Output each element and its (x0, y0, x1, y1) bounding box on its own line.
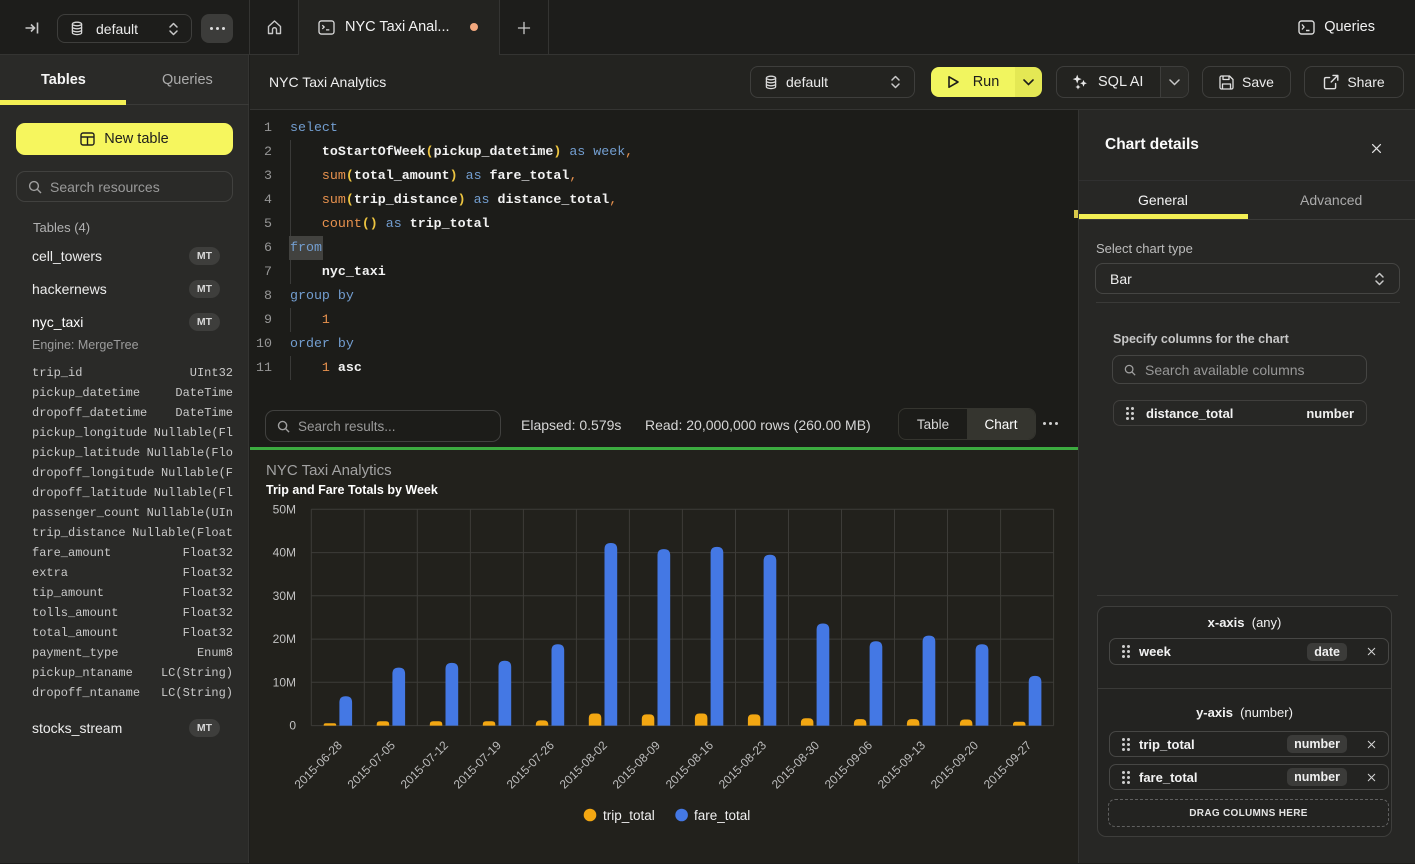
svg-text:2015-08-02: 2015-08-02 (557, 738, 611, 792)
svg-text:2015-09-27: 2015-09-27 (981, 738, 1035, 792)
svg-text:2015-08-30: 2015-08-30 (769, 738, 823, 792)
svg-text:20M: 20M (273, 632, 296, 646)
svg-text:2015-06-28: 2015-06-28 (292, 738, 346, 792)
svg-text:2015-08-23: 2015-08-23 (716, 738, 770, 792)
svg-text:2015-09-06: 2015-09-06 (822, 738, 876, 792)
svg-text:2015-07-26: 2015-07-26 (504, 738, 558, 792)
svg-text:fare_total: fare_total (694, 808, 750, 823)
svg-text:2015-09-20: 2015-09-20 (928, 738, 982, 792)
svg-text:40M: 40M (273, 546, 296, 560)
svg-text:2015-07-05: 2015-07-05 (345, 738, 399, 792)
svg-text:2015-08-09: 2015-08-09 (610, 738, 664, 792)
svg-text:2015-07-19: 2015-07-19 (451, 738, 505, 792)
svg-text:2015-07-12: 2015-07-12 (398, 738, 452, 792)
svg-text:10M: 10M (273, 675, 296, 689)
svg-text:trip_total: trip_total (603, 808, 655, 823)
svg-text:2015-09-13: 2015-09-13 (875, 738, 929, 792)
svg-text:0: 0 (289, 719, 296, 733)
svg-text:50M: 50M (273, 502, 296, 516)
svg-text:2015-08-16: 2015-08-16 (663, 738, 717, 792)
svg-text:30M: 30M (273, 589, 296, 603)
